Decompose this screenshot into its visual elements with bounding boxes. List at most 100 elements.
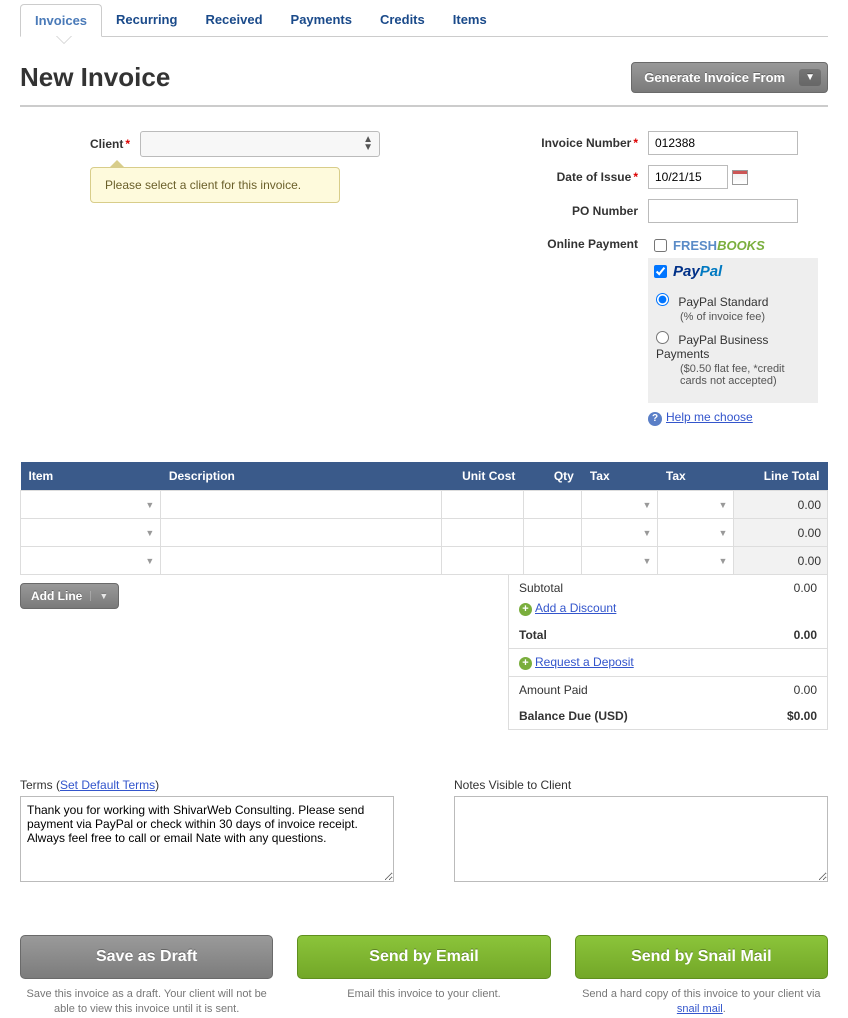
invoice-number-input[interactable]: [648, 131, 798, 155]
client-select[interactable]: ▲▼: [140, 131, 380, 157]
line-items-table: Item Description Unit Cost Qty Tax Tax L…: [20, 462, 828, 575]
table-row: ▼ ▼ ▼ 0.00: [21, 547, 828, 575]
set-default-terms-link[interactable]: Set Default Terms: [60, 778, 155, 792]
tax1-cell[interactable]: ▼: [582, 519, 658, 547]
freshbooks-checkbox[interactable]: [654, 239, 667, 252]
chevron-down-icon: ▼: [145, 500, 154, 510]
help-icon: ?: [648, 412, 662, 426]
generate-invoice-from-label: Generate Invoice From: [644, 70, 785, 85]
save-as-draft-hint: Save this invoice as a draft. Your clien…: [20, 987, 273, 1018]
page-title: New Invoice: [20, 62, 170, 93]
paypal-logo: PayPal: [673, 263, 722, 280]
tab-credits[interactable]: Credits: [366, 4, 439, 36]
tax2-cell[interactable]: ▼: [658, 491, 734, 519]
payment-freshbooks-row[interactable]: FRESHBOOKS: [648, 233, 818, 258]
payment-paypal-row[interactable]: PayPal: [648, 258, 818, 285]
invoice-number-label: Invoice Number*: [528, 136, 648, 150]
generate-invoice-from-button[interactable]: Generate Invoice From ▼: [631, 62, 828, 93]
qty-cell[interactable]: [523, 547, 581, 575]
desc-cell[interactable]: [161, 547, 442, 575]
col-unit-cost: Unit Cost: [442, 462, 524, 491]
send-by-email-hint: Email this invoice to your client.: [297, 987, 550, 1002]
unit-cost-cell[interactable]: [442, 491, 524, 519]
date-of-issue-input[interactable]: [648, 165, 728, 189]
help-me-choose-link[interactable]: Help me choose: [666, 410, 753, 424]
tab-items[interactable]: Items: [439, 4, 501, 36]
tab-received[interactable]: Received: [191, 4, 276, 36]
paypal-standard-radio[interactable]: [656, 293, 669, 306]
table-row: ▼ ▼ ▼ 0.00: [21, 491, 828, 519]
po-number-input[interactable]: [648, 199, 798, 223]
col-description: Description: [161, 462, 442, 491]
amount-paid-value: 0.00: [794, 683, 817, 697]
paypal-checkbox[interactable]: [654, 265, 667, 278]
chevron-down-icon: ▼: [145, 556, 154, 566]
terms-textarea[interactable]: [20, 796, 394, 882]
send-by-snail-mail-button[interactable]: Send by Snail Mail: [575, 935, 828, 979]
send-by-email-button[interactable]: Send by Email: [297, 935, 550, 979]
tab-recurring[interactable]: Recurring: [102, 4, 191, 36]
qty-cell[interactable]: [523, 519, 581, 547]
paypal-business-radio[interactable]: [656, 331, 669, 344]
plus-icon: +: [519, 603, 532, 616]
tax1-cell[interactable]: ▼: [582, 491, 658, 519]
qty-cell[interactable]: [523, 491, 581, 519]
unit-cost-cell[interactable]: [442, 547, 524, 575]
snail-mail-link[interactable]: snail mail: [677, 1003, 723, 1015]
online-payment-label: Online Payment: [528, 233, 648, 251]
subtotal-label: Subtotal: [519, 581, 563, 595]
desc-cell[interactable]: [161, 519, 442, 547]
line-total-cell: 0.00: [734, 491, 828, 519]
send-by-snail-mail-hint: Send a hard copy of this invoice to your…: [575, 987, 828, 1018]
add-discount-link[interactable]: Add a Discount: [535, 601, 616, 615]
line-total-cell: 0.00: [734, 519, 828, 547]
tab-invoices[interactable]: Invoices: [20, 4, 102, 37]
chevron-down-icon: ▼: [642, 556, 651, 566]
item-cell[interactable]: ▼: [21, 519, 161, 547]
paypal-standard-label: PayPal Standard: [678, 295, 768, 309]
item-cell[interactable]: ▼: [21, 547, 161, 575]
select-arrows-icon: ▲▼: [363, 136, 373, 152]
po-number-label: PO Number: [528, 204, 648, 218]
tax1-cell[interactable]: ▼: [582, 547, 658, 575]
balance-due-value: $0.00: [787, 709, 817, 723]
balance-due-label: Balance Due (USD): [519, 709, 628, 723]
chevron-down-icon: ▼: [718, 556, 727, 566]
desc-cell[interactable]: [161, 491, 442, 519]
paypal-business-label: PayPal Business Payments: [656, 333, 768, 361]
tab-pointer-icon: [56, 36, 72, 44]
line-total-cell: 0.00: [734, 547, 828, 575]
chevron-down-icon: ▼: [718, 528, 727, 538]
tab-payments[interactable]: Payments: [277, 4, 366, 36]
request-deposit-link[interactable]: Request a Deposit: [535, 655, 634, 669]
save-as-draft-button[interactable]: Save as Draft: [20, 935, 273, 979]
subtotal-value: 0.00: [794, 581, 817, 616]
item-cell[interactable]: ▼: [21, 491, 161, 519]
tax2-cell[interactable]: ▼: [658, 547, 734, 575]
table-row: ▼ ▼ ▼ 0.00: [21, 519, 828, 547]
chevron-down-icon: ▼: [90, 591, 108, 601]
total-value: 0.00: [794, 628, 817, 642]
client-label: Client*: [20, 137, 140, 151]
amount-paid-label: Amount Paid: [519, 683, 588, 697]
add-line-button[interactable]: Add Line ▼: [20, 583, 119, 609]
col-line-total: Line Total: [734, 462, 828, 491]
notes-textarea[interactable]: [454, 796, 828, 882]
client-tooltip: Please select a client for this invoice.: [90, 167, 340, 203]
paypal-business-sub: ($0.50 flat fee, *credit cards not accep…: [680, 363, 810, 387]
totals-box: Subtotal +Add a Discount 0.00 Total 0.00…: [508, 575, 828, 730]
col-item: Item: [21, 462, 161, 491]
col-qty: Qty: [523, 462, 581, 491]
chevron-down-icon: ▼: [642, 528, 651, 538]
date-of-issue-label: Date of Issue*: [528, 170, 648, 184]
tabs-bar: Invoices Recurring Received Payments Cre…: [20, 0, 828, 37]
tax2-cell[interactable]: ▼: [658, 519, 734, 547]
col-tax2: Tax: [658, 462, 734, 491]
plus-icon: +: [519, 657, 532, 670]
chevron-down-icon: ▼: [799, 69, 821, 86]
chevron-down-icon: ▼: [145, 528, 154, 538]
calendar-icon[interactable]: [732, 170, 748, 185]
unit-cost-cell[interactable]: [442, 519, 524, 547]
add-line-label: Add Line: [31, 589, 82, 603]
freshbooks-logo: FRESHBOOKS: [673, 238, 765, 253]
